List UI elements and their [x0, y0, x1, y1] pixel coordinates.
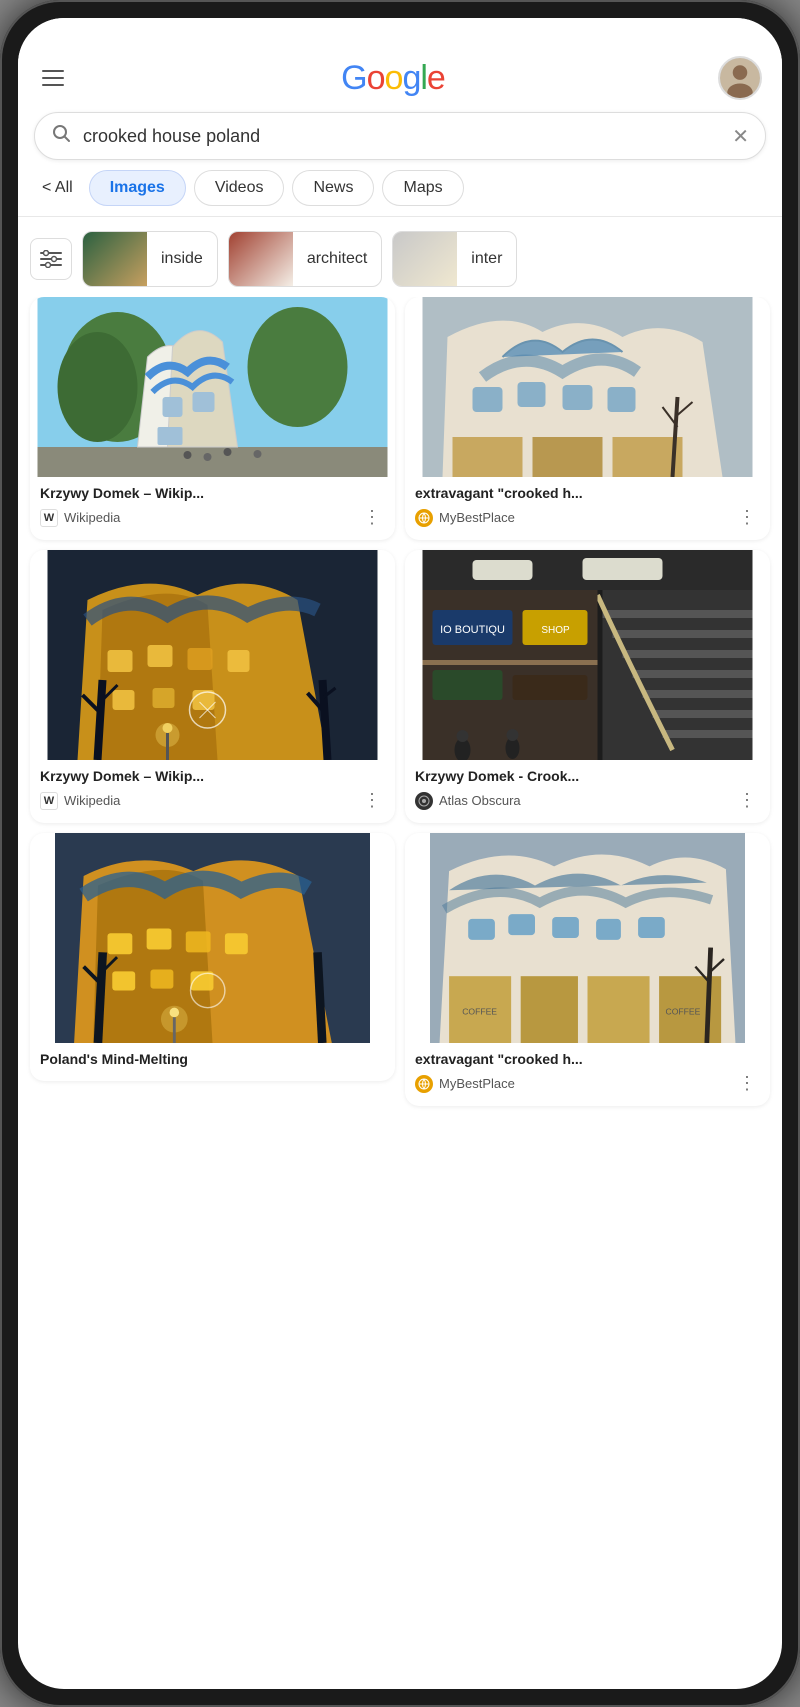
svg-text:SHOP: SHOP — [541, 625, 570, 636]
source-left-3: W Wikipedia — [40, 792, 120, 810]
phone-frame: G o o g l e — [0, 0, 800, 1707]
search-icon — [51, 123, 71, 149]
chip-label-inside: inside — [147, 250, 217, 268]
result-source-6: MyBestPlace ⋮ — [415, 1071, 760, 1096]
source-name-1: Wikipedia — [64, 510, 120, 525]
svg-text:COFFEE: COFFEE — [462, 1006, 497, 1016]
result-source-4: Atlas Obscura ⋮ — [415, 788, 760, 813]
source-left-4: Atlas Obscura — [415, 792, 521, 810]
svg-text:IO BOUTIQU: IO BOUTIQU — [440, 624, 505, 636]
result-source-1: W Wikipedia ⋮ — [40, 505, 385, 530]
result-card-3[interactable]: Krzywy Domek – Wikip... W Wikipedia ⋮ — [30, 550, 395, 823]
result-image-2 — [405, 297, 770, 477]
more-options-3[interactable]: ⋮ — [359, 788, 385, 813]
result-card-1[interactable]: Krzywy Domek – Wikip... W Wikipedia ⋮ — [30, 297, 395, 540]
result-image-6: COFFEE COFFEE — [405, 833, 770, 1043]
status-bar — [18, 18, 782, 46]
wikipedia-favicon-1: W — [40, 509, 58, 527]
grid-row-2: Krzywy Domek – Wikip... W Wikipedia ⋮ — [30, 550, 770, 823]
header: G o o g l e — [18, 46, 782, 108]
svg-text:COFFEE: COFFEE — [666, 1006, 701, 1016]
mybest-favicon-2 — [415, 509, 433, 527]
chip-label-architect: architect — [293, 250, 381, 268]
source-left-1: W Wikipedia — [40, 509, 120, 527]
tab-images[interactable]: Images — [89, 170, 186, 206]
more-options-6[interactable]: ⋮ — [734, 1071, 760, 1096]
clear-search-button[interactable]: ✕ — [732, 124, 749, 149]
wikipedia-favicon-3: W — [40, 792, 58, 810]
source-name-2: MyBestPlace — [439, 510, 515, 525]
result-card-5[interactable]: Poland's Mind-Melting — [30, 833, 395, 1081]
filter-options-button[interactable] — [30, 238, 72, 280]
logo-e: e — [427, 59, 445, 98]
chip-label-inter: inter — [457, 250, 516, 268]
result-title-1: Krzywy Domek – Wikip... — [40, 485, 385, 501]
result-title-3: Krzywy Domek – Wikip... — [40, 768, 385, 784]
image-filter-chips: inside architect inter — [18, 225, 782, 297]
avatar-image — [720, 56, 760, 100]
result-image-5 — [30, 833, 395, 1043]
more-options-1[interactable]: ⋮ — [359, 505, 385, 530]
divider — [18, 216, 782, 217]
more-options-4[interactable]: ⋮ — [734, 788, 760, 813]
tab-videos[interactable]: Videos — [194, 170, 285, 206]
menu-button[interactable] — [38, 66, 68, 90]
atlas-favicon-4 — [415, 792, 433, 810]
result-card-6[interactable]: COFFEE COFFEE extravagant "crooked h... — [405, 833, 770, 1106]
source-name-4: Atlas Obscura — [439, 793, 521, 808]
source-name-3: Wikipedia — [64, 793, 120, 808]
chip-thumb-architect — [229, 231, 293, 287]
chip-thumb-inter — [393, 231, 457, 287]
logo-G: G — [341, 59, 366, 98]
chip-architect[interactable]: architect — [228, 231, 382, 287]
results-grid: Krzywy Domek – Wikip... W Wikipedia ⋮ — [18, 297, 782, 1689]
grid-row-3: Poland's Mind-Melting — [30, 833, 770, 1106]
result-card-4[interactable]: IO BOUTIQU SHOP — [405, 550, 770, 823]
result-image-3 — [30, 550, 395, 760]
grid-row-1: Krzywy Domek – Wikip... W Wikipedia ⋮ — [30, 297, 770, 540]
google-logo: G o o g l e — [341, 59, 445, 98]
logo-g2: g — [402, 59, 420, 98]
search-filter-tabs: < All Images Videos News Maps — [18, 170, 782, 216]
more-options-2[interactable]: ⋮ — [734, 505, 760, 530]
result-source-3: W Wikipedia ⋮ — [40, 788, 385, 813]
tab-back-all[interactable]: < All — [34, 175, 81, 201]
result-info-3: Krzywy Domek – Wikip... W Wikipedia ⋮ — [30, 760, 395, 823]
tab-maps[interactable]: Maps — [382, 170, 463, 206]
logo-o2: o — [385, 59, 403, 98]
result-image-4: IO BOUTIQU SHOP — [405, 550, 770, 760]
content-area: G o o g l e — [18, 46, 782, 1689]
source-left-6: MyBestPlace — [415, 1075, 515, 1093]
result-title-2: extravagant "crooked h... — [415, 485, 760, 501]
chip-inside[interactable]: inside — [82, 231, 218, 287]
result-card-2[interactable]: extravagant "crooked h... MyBestPlace ⋮ — [405, 297, 770, 540]
search-bar[interactable]: crooked house poland ✕ — [34, 112, 766, 160]
result-title-5: Poland's Mind-Melting — [40, 1051, 385, 1067]
user-avatar[interactable] — [718, 56, 762, 100]
chip-thumb-inside — [83, 231, 147, 287]
tab-news[interactable]: News — [292, 170, 374, 206]
phone-screen: G o o g l e — [18, 18, 782, 1689]
result-title-4: Krzywy Domek - Crook... — [415, 768, 760, 784]
source-left-2: MyBestPlace — [415, 509, 515, 527]
mybest-favicon-6 — [415, 1075, 433, 1093]
result-title-6: extravagant "crooked h... — [415, 1051, 760, 1067]
result-image-1 — [30, 297, 395, 477]
logo-o1: o — [367, 59, 385, 98]
source-name-6: MyBestPlace — [439, 1076, 515, 1091]
result-info-5: Poland's Mind-Melting — [30, 1043, 395, 1081]
result-source-2: MyBestPlace ⋮ — [415, 505, 760, 530]
search-query-text: crooked house poland — [83, 126, 732, 147]
result-info-1: Krzywy Domek – Wikip... W Wikipedia ⋮ — [30, 477, 395, 540]
result-info-4: Krzywy Domek - Crook... Atlas Obscura ⋮ — [405, 760, 770, 823]
result-info-6: extravagant "crooked h... MyBestPlace ⋮ — [405, 1043, 770, 1106]
result-info-2: extravagant "crooked h... MyBestPlace ⋮ — [405, 477, 770, 540]
chip-inter[interactable]: inter — [392, 231, 517, 287]
